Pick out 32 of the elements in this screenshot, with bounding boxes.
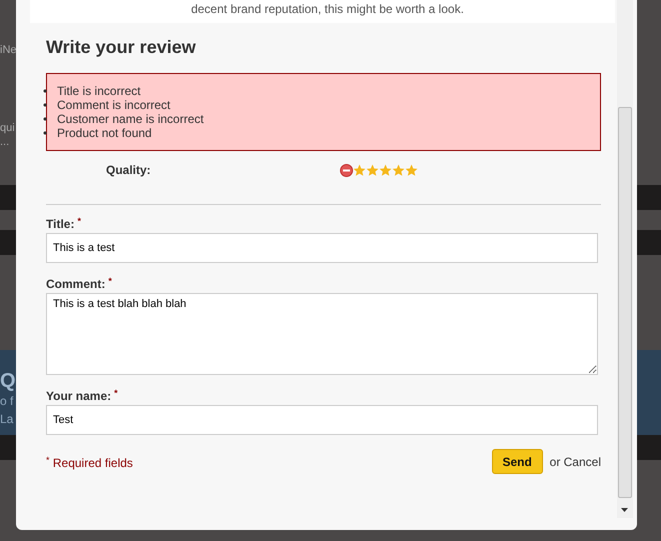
background-text: qui [0,121,15,136]
field-label: Title: * [46,215,82,233]
background-text: Q [0,369,16,394]
error-message: Customer name is incorrect [57,112,204,126]
star-icon[interactable] [405,164,418,176]
background-text: La [0,411,14,428]
error-message: Product not found [57,126,152,140]
error-message: Title is incorrect [57,84,141,98]
background-text: iNe [0,43,17,58]
star-rating[interactable] [353,164,418,176]
star-icon[interactable] [392,164,405,176]
background-text: ... [0,135,10,150]
star-icon[interactable] [379,164,392,176]
input-field[interactable]: Test [46,405,598,435]
required-note: * Required fields [46,454,133,472]
field-label: Your name: * [46,387,119,405]
star-icon[interactable] [353,164,366,176]
section-heading: Write your review [46,36,197,58]
input-field[interactable]: This is a test [46,233,598,263]
send-button[interactable]: Send [492,449,543,474]
comment-field[interactable]: This is a test blah blah blah [46,293,598,375]
star-icon[interactable] [366,164,379,176]
excerpt-text: decent brand reputation, this might be worth a look. [191,2,464,18]
rating-label: Quality: [106,162,152,179]
field-label: Comment: * [46,275,113,293]
scroll-down-icon[interactable] [621,508,628,512]
scrollbar[interactable] [617,0,633,518]
clear-rating-icon[interactable] [340,164,353,176]
scrollbar-thumb[interactable] [618,107,632,498]
cancel-link[interactable]: or Cancel [550,452,601,470]
error-message: Comment is incorrect [57,98,170,112]
background-text: o f [0,393,14,410]
